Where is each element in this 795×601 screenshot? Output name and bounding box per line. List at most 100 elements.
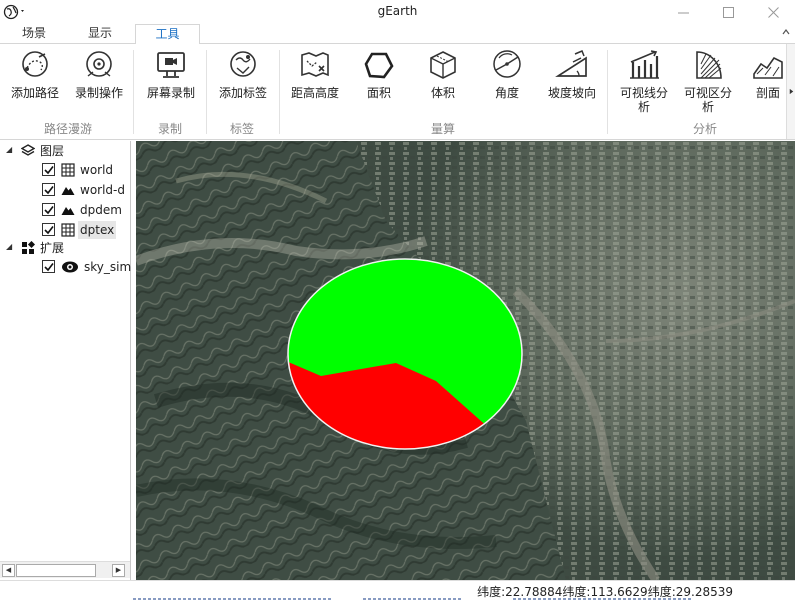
record-op-icon xyxy=(86,51,112,77)
volume-button[interactable]: 体积 xyxy=(416,48,470,100)
group-label-measurement: 量算 xyxy=(430,122,455,136)
tree-item-sky-sim[interactable]: sky_sim xyxy=(0,257,131,277)
tree-group-layers[interactable]: ◢ 图层 xyxy=(0,141,131,161)
add-label-label: 添加标签 xyxy=(218,86,267,100)
tree-item-dptex[interactable]: dptex xyxy=(0,220,131,240)
record-operation-button[interactable]: 录制操作 xyxy=(72,48,126,100)
add-path-label: 添加路径 xyxy=(10,86,59,100)
area-icon xyxy=(364,52,394,79)
tree-group-label: 图层 xyxy=(40,144,65,158)
tab-tools[interactable]: 工具 xyxy=(135,24,200,45)
checkmark-icon xyxy=(44,166,54,175)
angle-icon xyxy=(493,50,521,78)
scroll-right-button[interactable]: ▶ xyxy=(112,564,125,577)
add-label-icon xyxy=(230,51,256,77)
checkmark-icon xyxy=(44,263,54,272)
expand-toggle[interactable]: ◢ xyxy=(6,242,16,252)
close-icon xyxy=(767,6,779,18)
layers-icon xyxy=(21,144,35,156)
area-label: 面积 xyxy=(366,86,391,100)
tree-item-dpdem[interactable]: dpdem xyxy=(0,200,131,220)
scroll-thumb[interactable] xyxy=(16,564,96,577)
sightline-analysis-button[interactable]: 可视线分 析 xyxy=(614,48,674,114)
group-label-path-roaming: 路径漫游 xyxy=(43,122,92,136)
screen-record-label: 屏幕录制 xyxy=(146,86,195,100)
status-bar: 纬度:22.78884纬度:113.6629纬度:29.28539 xyxy=(0,580,795,601)
group-label-labels: 标签 xyxy=(229,122,254,136)
profile-label: 剖面 xyxy=(755,86,780,100)
volume-label: 体积 xyxy=(430,86,455,100)
distance-height-label: 距高高度 xyxy=(290,86,339,100)
layer-visibility-checkbox[interactable] xyxy=(42,203,55,216)
volume-icon xyxy=(430,51,456,79)
layer-visibility-checkbox[interactable] xyxy=(42,163,55,176)
terrain-icon xyxy=(61,187,75,195)
ribbon-divider xyxy=(206,50,207,134)
ribbon-divider xyxy=(133,50,134,134)
angle-button[interactable]: 角度 xyxy=(480,48,534,100)
add-path-icon xyxy=(22,51,48,77)
distance-height-button[interactable]: 距高高度 xyxy=(287,48,343,100)
ribbon-scroll-right-button[interactable] xyxy=(786,44,795,139)
ribbon-tabs: 场景 显示 工具 xyxy=(0,24,795,45)
tree-group-label: 扩展 xyxy=(40,241,65,255)
ribbon-divider xyxy=(279,50,280,134)
tab-display[interactable]: 显示 xyxy=(72,24,128,44)
layer-visibility-checkbox[interactable] xyxy=(42,260,55,273)
group-label-analysis: 分析 xyxy=(692,122,717,136)
tab-scene[interactable]: 场景 xyxy=(6,24,62,44)
profile-button[interactable]: 剖面 xyxy=(748,48,788,100)
sightline-icon xyxy=(630,50,659,79)
viewshed-analysis-button[interactable]: 可视区分 析 xyxy=(678,48,738,114)
layer-label: sky_sim xyxy=(84,260,131,274)
screen-record-button[interactable]: 屏幕录制 xyxy=(143,48,199,100)
chevron-right-icon xyxy=(789,88,793,95)
layer-label: dptex xyxy=(78,221,117,239)
maximize-button[interactable] xyxy=(705,0,751,24)
globe-3d-view[interactable] xyxy=(136,141,795,580)
slope-aspect-button[interactable]: 坡度坡向 xyxy=(542,48,602,100)
sightline-analysis-label-2: 析 xyxy=(637,100,650,114)
tree-item-world-d[interactable]: world-d xyxy=(0,180,131,200)
app-window: gEarth 场景 显示 工具 添加路径 录制操作 屏幕录制 添加标签 距高高度… xyxy=(0,0,795,601)
add-label-button[interactable]: 添加标签 xyxy=(214,48,272,100)
layer-label: world-d xyxy=(80,183,125,197)
record-operation-label: 录制操作 xyxy=(74,86,123,100)
layer-panel-horizontal-scrollbar[interactable]: ◀ ▶ xyxy=(0,561,130,578)
tree-item-world[interactable]: world xyxy=(0,160,131,180)
slope-aspect-label: 坡度坡向 xyxy=(547,86,596,100)
scroll-left-button[interactable]: ◀ xyxy=(2,564,15,577)
sightline-analysis-label: 可视线分 xyxy=(619,86,668,100)
minimize-button[interactable] xyxy=(660,0,706,24)
distance-height-icon xyxy=(301,52,329,77)
area-button[interactable]: 面积 xyxy=(352,48,406,100)
group-label-recording: 录制 xyxy=(157,122,182,136)
terrain-icon xyxy=(61,207,75,215)
ribbon-divider xyxy=(607,50,608,134)
layer-visibility-checkbox[interactable] xyxy=(42,223,55,236)
checkmark-icon xyxy=(44,226,54,235)
add-path-button[interactable]: 添加路径 xyxy=(8,48,62,100)
chevron-up-icon xyxy=(782,29,790,35)
layer-visibility-checkbox[interactable] xyxy=(42,183,55,196)
layer-label: dpdem xyxy=(80,203,122,217)
maximize-icon xyxy=(722,6,734,18)
minimize-icon xyxy=(677,12,689,13)
angle-label: 角度 xyxy=(494,86,519,100)
terrain-scene xyxy=(136,141,795,580)
grid-icon xyxy=(61,223,75,237)
profile-icon xyxy=(753,56,783,79)
close-button[interactable] xyxy=(750,0,795,24)
ribbon-toolbar: 添加路径 录制操作 屏幕录制 添加标签 距高高度 面积 体积 角度 坡度坡向 可… xyxy=(0,44,795,140)
title-bar: gEarth xyxy=(0,0,795,24)
viewshed-icon xyxy=(696,51,722,79)
collapse-ribbon-button[interactable] xyxy=(781,27,791,37)
sky-icon xyxy=(62,261,78,273)
screen-record-icon xyxy=(157,52,185,78)
viewshed-analysis-label-2: 析 xyxy=(701,100,714,114)
expand-toggle[interactable]: ◢ xyxy=(6,145,16,155)
checkmark-icon xyxy=(44,206,54,215)
viewshed-analysis-label: 可视区分 xyxy=(683,86,732,100)
tree-group-extensions[interactable]: ◢ 扩展 xyxy=(0,238,131,258)
extension-icon xyxy=(22,241,35,254)
